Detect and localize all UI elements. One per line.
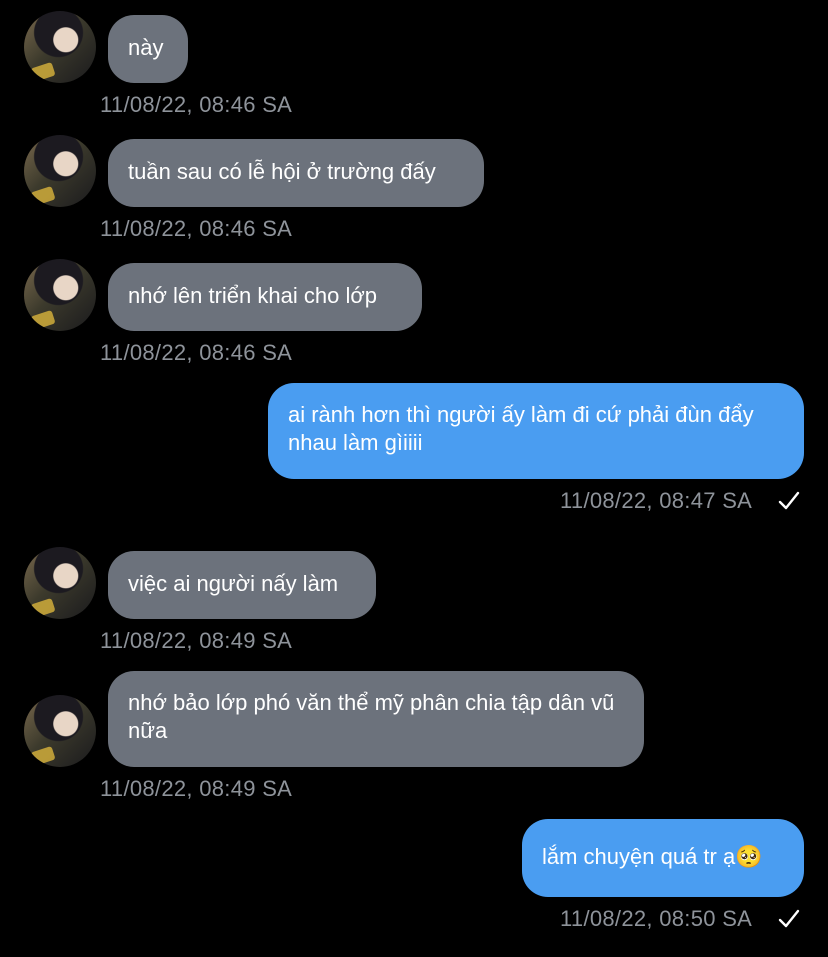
message-text: nhớ bảo lớp phó văn thể mỹ phân chia tập…	[128, 690, 615, 743]
incoming-message-bubble[interactable]: nhớ bảo lớp phó văn thể mỹ phân chia tập…	[108, 671, 644, 767]
sent-check-icon	[778, 909, 800, 928]
contact-avatar[interactable]	[24, 135, 96, 207]
contact-avatar[interactable]	[24, 695, 96, 767]
message-text: nhớ lên triển khai cho lớp	[128, 283, 377, 308]
message-timestamp: 11/08/22, 08:46 SA	[100, 216, 293, 241]
incoming-message-bubble[interactable]: nhớ lên triển khai cho lớp	[108, 263, 422, 331]
sent-check-icon	[778, 491, 800, 510]
message-timestamp: 11/08/22, 08:49 SA	[100, 628, 293, 653]
message-timestamp: 11/08/22, 08:46 SA	[100, 340, 293, 365]
message-timestamp: 11/08/22, 08:47 SA	[560, 488, 753, 513]
contact-avatar[interactable]	[24, 547, 96, 619]
message-timestamp: 11/08/22, 08:50 SA	[560, 906, 753, 931]
contact-avatar[interactable]	[24, 259, 96, 331]
message-timestamp: 11/08/22, 08:46 SA	[100, 92, 293, 117]
incoming-message-bubble[interactable]: tuần sau có lễ hội ở trường đấy	[108, 139, 484, 207]
incoming-message-bubble[interactable]: việc ai người nấy làm	[108, 551, 376, 619]
message-text: lắm chuyện quá tr ạ🥺	[542, 844, 763, 869]
message-text: ai rành hơn thì người ấy làm đi cứ phải …	[288, 402, 754, 455]
message-text: này	[128, 35, 164, 60]
contact-avatar[interactable]	[24, 11, 96, 83]
outgoing-message-bubble[interactable]: lắm chuyện quá tr ạ🥺	[522, 819, 804, 897]
message-text: việc ai người nấy làm	[128, 571, 339, 596]
message-timestamp: 11/08/22, 08:49 SA	[100, 776, 293, 801]
incoming-message-bubble[interactable]: này	[108, 15, 188, 83]
message-text: tuần sau có lễ hội ở trường đấy	[128, 159, 436, 184]
outgoing-message-bubble[interactable]: ai rành hơn thì người ấy làm đi cứ phải …	[268, 383, 804, 479]
